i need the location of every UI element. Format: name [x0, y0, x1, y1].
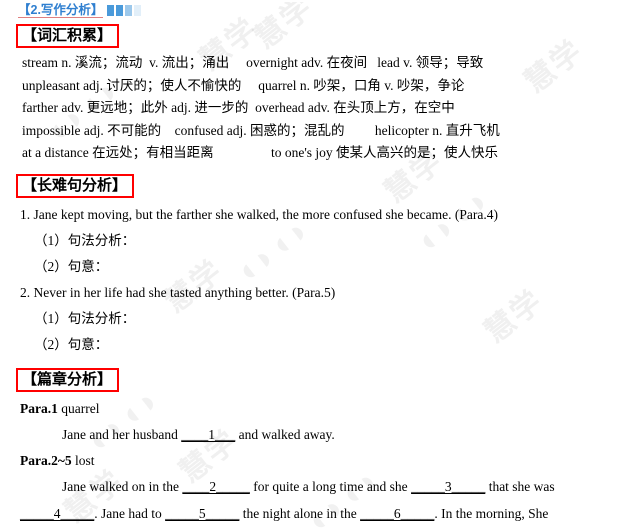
- para1-text-post: and walked away.: [235, 426, 335, 442]
- long-sentence-list: 1. Jane kept moving, but the farther she…: [20, 202, 627, 358]
- vocab-list: stream n. 溪流；流动 v. 流出；涌出 overnight adv. …: [22, 52, 627, 165]
- blank-5[interactable]: _____5_____: [165, 506, 239, 521]
- long-sentence-heading-label: 【长难句分析】: [16, 173, 135, 198]
- discourse-heading-label: 【篇章分析】: [16, 367, 120, 392]
- document-content: 【2.写作分析】 【词汇积累】 stream n. 溪流；流动 v. 流出；涌出…: [0, 2, 627, 527]
- para2-label-bold: Para.2~5: [20, 452, 72, 468]
- long-sentence-item: 1. Jane kept moving, but the farther she…: [20, 206, 498, 222]
- blank-2[interactable]: ____2_____: [182, 479, 250, 494]
- page-title: 【2.写作分析】: [18, 2, 104, 18]
- para2-body-line2: _____4_____. Jane had to _____5_____ the…: [20, 500, 627, 527]
- vocab-heading-label: 【词汇积累】: [16, 24, 120, 48]
- document-header: 【2.写作分析】: [18, 2, 627, 18]
- discourse-content: Para.1 quarrel Jane and her husband ____…: [20, 396, 627, 527]
- para2-text-a: Jane walked on in the: [62, 478, 183, 494]
- blank-6[interactable]: _____6_____: [360, 506, 434, 521]
- decoration-square-3: [125, 4, 133, 16]
- para1-text-pre: Jane and her husband: [62, 426, 182, 442]
- vocab-line: stream n. 溪流；流动 v. 流出；涌出 overnight adv. …: [22, 55, 484, 70]
- section-heading-vocab: 【词汇积累】: [16, 24, 627, 48]
- decoration-square-1: [107, 4, 115, 16]
- para1-body: Jane and her husband ____1___ and walked…: [20, 421, 627, 448]
- decoration-square-4: [134, 4, 142, 16]
- vocab-line: farther adv. 更远地；此外 adj. 进一步的 overhead a…: [22, 100, 455, 116]
- para2-label-rest: lost: [71, 452, 95, 468]
- long-sentence-sub-syntax: （1）句法分析：: [34, 310, 136, 326]
- section-heading-discourse: 【篇章分析】: [16, 367, 627, 392]
- vocab-line: at a distance 在远处；有相当距离 to one's joy 使某人…: [22, 145, 499, 161]
- long-sentence-item: 2. Never in her life had she tasted anyt…: [20, 284, 336, 300]
- long-sentence-sub-meaning: （2）句意：: [34, 336, 109, 352]
- blank-4[interactable]: _____4_____: [20, 506, 94, 521]
- decoration-square-2: [116, 4, 124, 16]
- para2-text-b: for quite a long time and she: [249, 478, 412, 494]
- para1-label-rest: quarrel: [57, 400, 100, 416]
- header-square-decoration: [107, 4, 142, 16]
- section-heading-long-sentence: 【长难句分析】: [16, 173, 627, 198]
- long-sentence-sub-meaning: （2）句意：: [34, 258, 109, 274]
- para2-body-line1: Jane walked on in the ____2_____ for qui…: [20, 473, 627, 500]
- vocab-line: impossible adj. 不可能的 confused adj. 困惑的；混…: [22, 122, 500, 138]
- long-sentence-sub-syntax: （1）句法分析：: [34, 232, 136, 248]
- blank-3[interactable]: _____3_____: [411, 479, 485, 494]
- para2-text-f: . In the morning, She: [434, 505, 549, 521]
- vocab-line: unpleasant adj. 讨厌的；使人不愉快的 quarrel n. 吵架…: [22, 77, 465, 93]
- blank-1[interactable]: ____1___: [181, 427, 235, 442]
- para1-label-bold: Para.1: [20, 400, 58, 416]
- para2-text-c: that she was: [485, 478, 555, 494]
- para1-label: Para.1 quarrel: [20, 396, 627, 421]
- para2-text-d: . Jane had to: [94, 505, 166, 521]
- para2-text-e: the night alone in the: [239, 505, 361, 521]
- para2-label: Para.2~5 lost: [20, 448, 627, 473]
